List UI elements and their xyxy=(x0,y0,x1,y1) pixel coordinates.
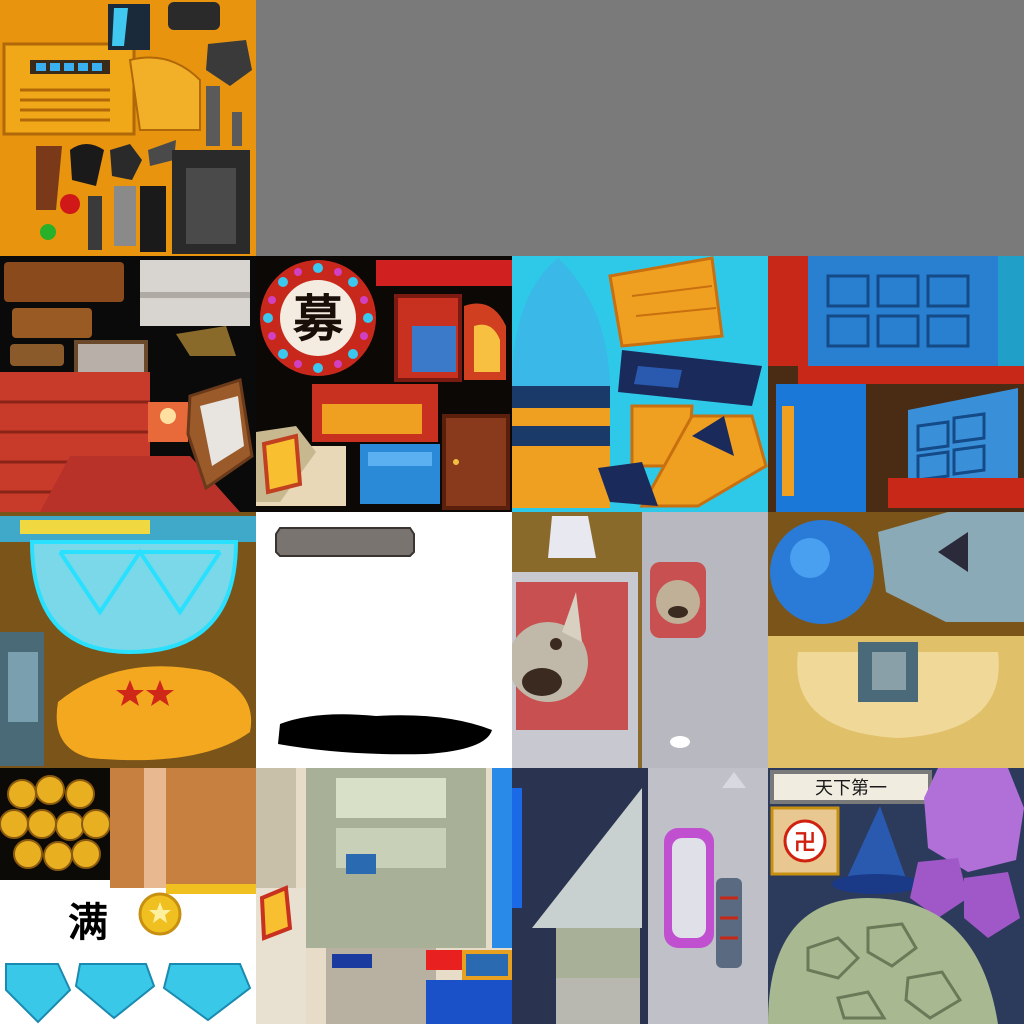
tile-blue-stone xyxy=(768,256,1024,512)
tile-magic-circle xyxy=(0,512,256,768)
full-glyph: 满 xyxy=(68,900,108,946)
tile-banner-dome: 天下第一 卍 xyxy=(768,768,1024,1024)
medallion-glyph: 募 xyxy=(292,290,344,348)
tile-yellow-machine xyxy=(0,0,256,256)
tile-tech-panel xyxy=(512,768,768,1024)
tile-blue-rocket xyxy=(512,256,768,512)
tile-sphere xyxy=(768,512,1024,768)
banner-text: 天下第一 xyxy=(815,778,887,799)
tile-coins-gems: 满 xyxy=(0,768,256,1024)
tile-plaque xyxy=(256,512,512,768)
texture-atlas: 募 满 天下第一 卍 xyxy=(0,0,1024,1024)
tile-red-medallion: 募 xyxy=(256,256,512,512)
seal-glyph: 卍 xyxy=(794,831,816,856)
tile-wood-red-stairs xyxy=(0,256,256,512)
tile-gargoyle xyxy=(512,512,768,768)
tile-stone-gate xyxy=(256,768,512,1024)
